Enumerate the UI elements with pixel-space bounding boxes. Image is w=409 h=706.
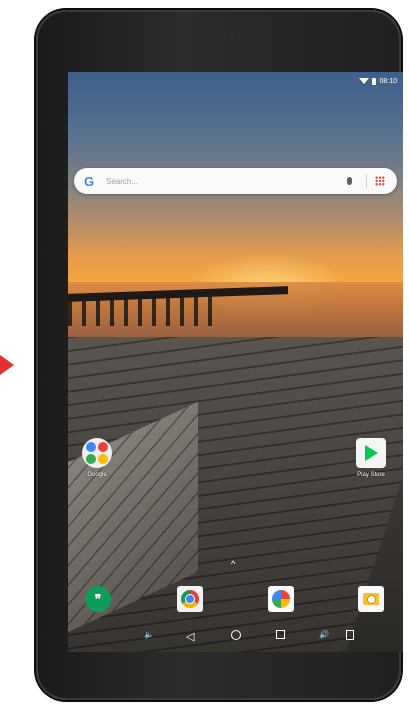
battery-icon xyxy=(372,77,377,85)
play-triangle-icon xyxy=(364,445,378,461)
volume-down-icon[interactable]: 🔈 xyxy=(144,630,154,639)
hangouts-icon[interactable]: ❞ xyxy=(85,586,111,612)
search-divider xyxy=(366,174,367,188)
status-bar: 08:10 xyxy=(359,75,397,87)
photos-icon[interactable] xyxy=(268,586,294,612)
front-camera xyxy=(229,34,235,40)
home-screen: 08:10 G Search... Google Play Store ^ ❞ … xyxy=(68,72,403,652)
pointer-arrow xyxy=(0,355,14,375)
wallpaper-pier-posts xyxy=(68,296,218,326)
camera-icon[interactable] xyxy=(358,586,384,612)
chrome-icon[interactable] xyxy=(177,586,203,612)
volume-up-icon[interactable]: 🔊 xyxy=(319,630,329,639)
google-search-bar[interactable]: G Search... xyxy=(74,168,397,194)
google-folder-icon xyxy=(82,438,112,468)
play-store-app[interactable]: Play Store xyxy=(356,438,386,478)
photos-pinwheel xyxy=(272,590,290,608)
chrome-logo xyxy=(181,590,199,608)
screenshot-icon[interactable] xyxy=(346,630,354,640)
google-folder[interactable]: Google xyxy=(82,438,112,478)
status-time: 08:10 xyxy=(379,77,397,85)
app-drawer-grid-icon[interactable] xyxy=(375,176,385,186)
recent-apps-icon[interactable] xyxy=(276,630,285,639)
play-store-label: Play Store xyxy=(357,472,385,478)
back-icon[interactable]: ◁ xyxy=(186,630,194,643)
home-icon[interactable] xyxy=(231,630,241,640)
search-input[interactable]: Search... xyxy=(106,177,347,186)
navigation-bar: 🔈 ◁ 🔊 xyxy=(68,624,403,650)
microphone-icon[interactable] xyxy=(347,177,352,185)
wifi-icon xyxy=(359,78,370,84)
play-store-icon xyxy=(356,438,386,468)
google-logo-icon: G xyxy=(84,173,95,189)
app-drawer-handle-icon[interactable]: ^ xyxy=(231,559,235,569)
google-folder-label: Google xyxy=(87,472,107,478)
